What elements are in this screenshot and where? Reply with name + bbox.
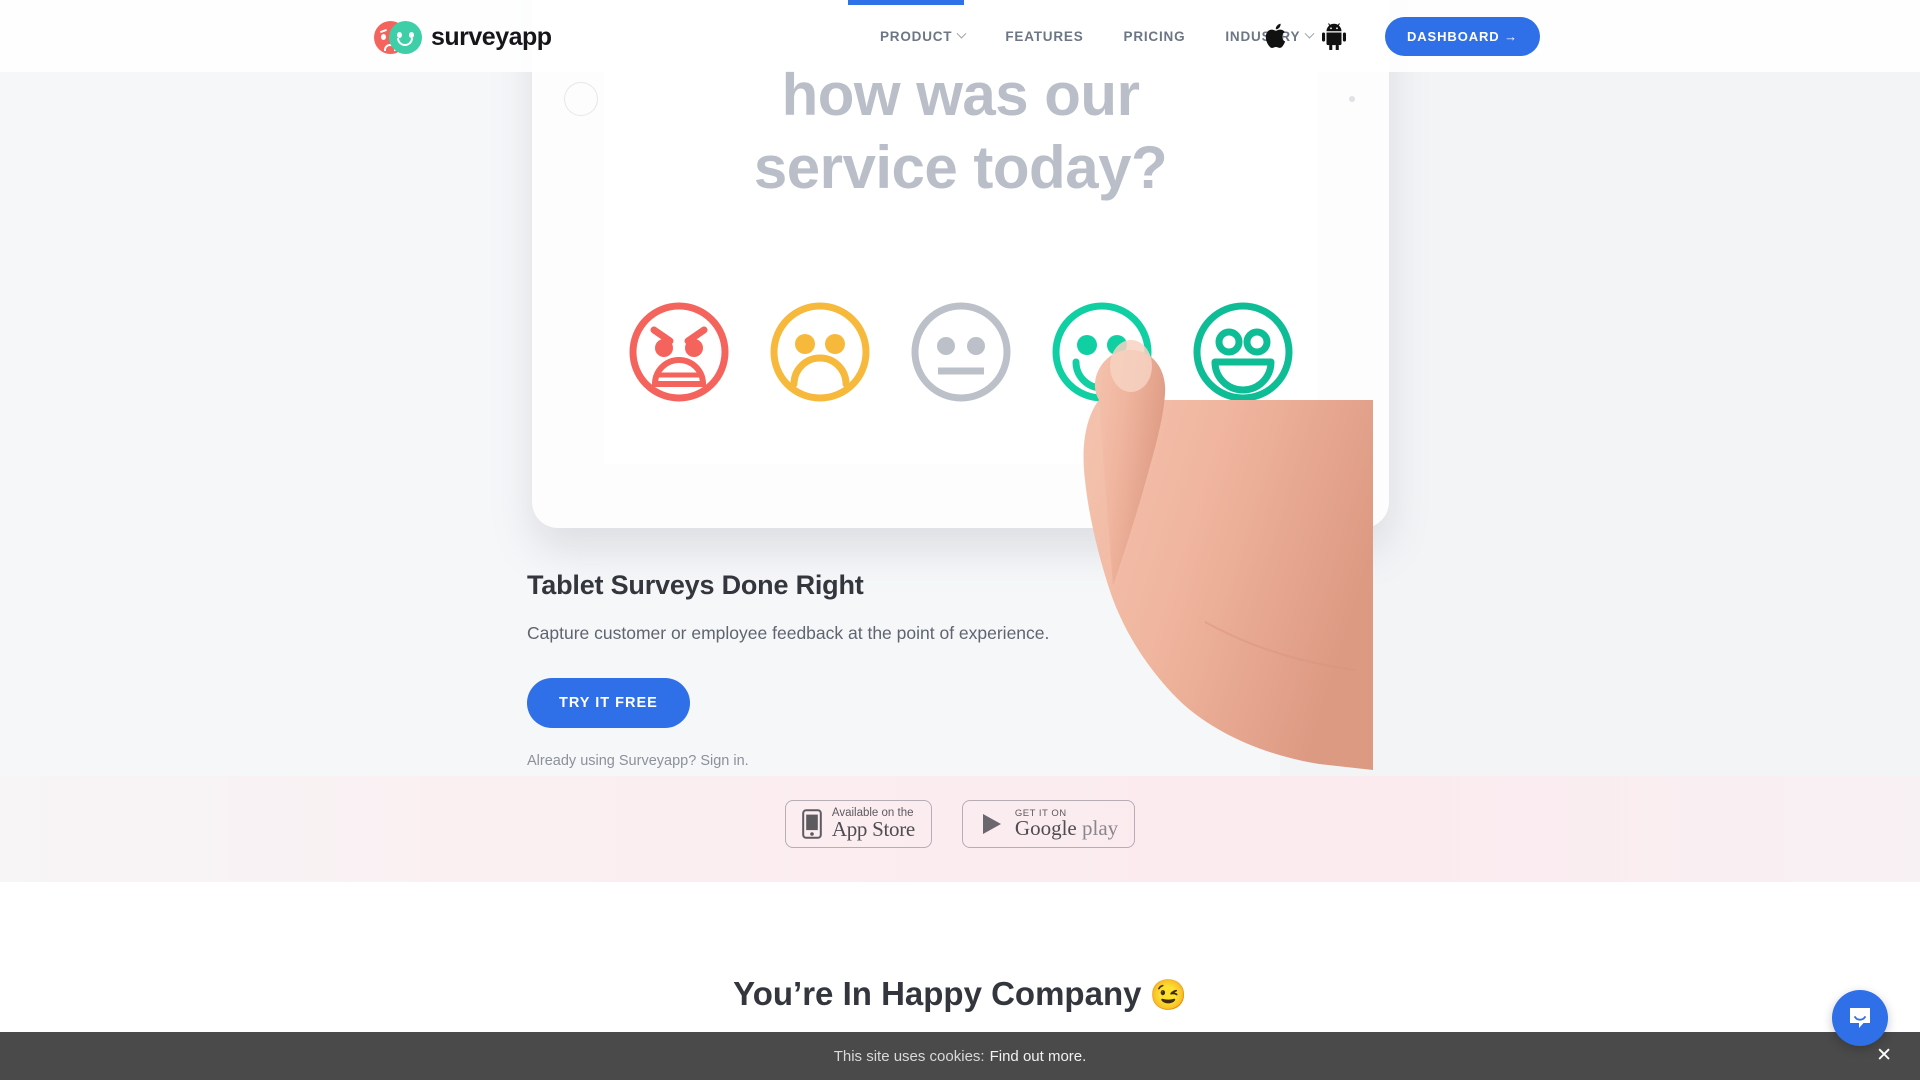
tablet-camera <box>1349 96 1355 102</box>
google-play-brand: Google <box>1014 816 1077 841</box>
logo-mark-icon <box>374 18 422 56</box>
nav-item-features-label: FEATURES <box>1005 28 1084 44</box>
survey-face-scale <box>604 300 1317 404</box>
nav-item-product-label: PRODUCT <box>880 28 953 44</box>
chat-bubble-icon <box>1850 1008 1870 1028</box>
page-progress-bar <box>848 0 964 5</box>
survey-face-happy[interactable] <box>1050 300 1154 404</box>
survey-question-line-2: service today? <box>753 134 1168 202</box>
page-title: Tablet Surveys Done Right <box>527 570 864 600</box>
hero-copy-block: Tablet Surveys Done Right Capture custom… <box>527 570 1049 769</box>
logo-happy-face-icon <box>389 21 422 54</box>
try-it-free-button[interactable]: TRY IT FREE <box>527 678 690 728</box>
app-store-badge[interactable]: Available on the App Store <box>784 800 932 848</box>
google-play-suffix: play <box>1081 816 1119 841</box>
iphone-icon <box>802 809 822 839</box>
logo-text: surveyapp <box>431 22 552 51</box>
winking-face-emoji: 😉 <box>1149 979 1187 1012</box>
google-play-badge-big: Google play <box>1015 818 1118 839</box>
site-header: surveyapp PRODUCT FEATURES PRICING INDUS… <box>0 0 1920 72</box>
signin-prefix: Already using Surveyapp? <box>527 753 701 769</box>
app-store-badge-big: App Store <box>831 817 915 842</box>
survey-face-neutral[interactable] <box>909 300 1013 404</box>
signin-line: Already using Surveyapp? Sign in. <box>527 753 1049 769</box>
nav-item-pricing[interactable]: PRICING <box>1104 29 1206 44</box>
survey-face-angry[interactable] <box>627 300 731 404</box>
logo[interactable]: surveyapp <box>374 18 552 56</box>
cookie-find-out-more-link[interactable]: Find out more. <box>990 1048 1087 1065</box>
apple-icon[interactable] <box>1249 22 1305 50</box>
survey-question: how was our service today? <box>604 58 1317 204</box>
header-actions: DASHBOARD → <box>1249 0 1540 72</box>
cookie-notice-text: This site uses cookies: <box>833 1047 985 1065</box>
tablet-device-mockup: how was our service today? <box>532 0 1389 528</box>
close-icon[interactable]: ✕ <box>1876 1046 1892 1065</box>
happy-company-title: You’re In Happy Company <box>733 975 1142 1012</box>
dashboard-button[interactable]: DASHBOARD → <box>1384 16 1540 56</box>
google-play-badge[interactable]: GET IT ON Google play <box>961 800 1136 848</box>
survey-face-very-happy[interactable] <box>1191 300 1295 404</box>
hero-subtitle: Capture customer or employee feedback at… <box>527 623 1050 643</box>
play-triangle-icon <box>982 814 1001 834</box>
signin-link[interactable]: Sign in. <box>700 753 748 769</box>
store-badges: Available on the App Store GET IT ON Goo… <box>0 800 1920 848</box>
intercom-chat-button[interactable] <box>1832 990 1888 1046</box>
happy-company-heading: You’re In Happy Company 😉 <box>0 975 1920 1013</box>
nav-item-product[interactable]: PRODUCT <box>860 28 985 44</box>
nav-item-pricing-label: PRICING <box>1123 28 1186 44</box>
tablet-home-button <box>564 82 598 116</box>
nav-item-features[interactable]: FEATURES <box>985 29 1103 44</box>
android-icon[interactable] <box>1305 22 1363 50</box>
chevron-down-icon <box>956 28 967 39</box>
survey-face-sad[interactable] <box>768 300 872 404</box>
cookie-notice-bar: This site uses cookies: Find out more. ✕ <box>0 1032 1920 1080</box>
